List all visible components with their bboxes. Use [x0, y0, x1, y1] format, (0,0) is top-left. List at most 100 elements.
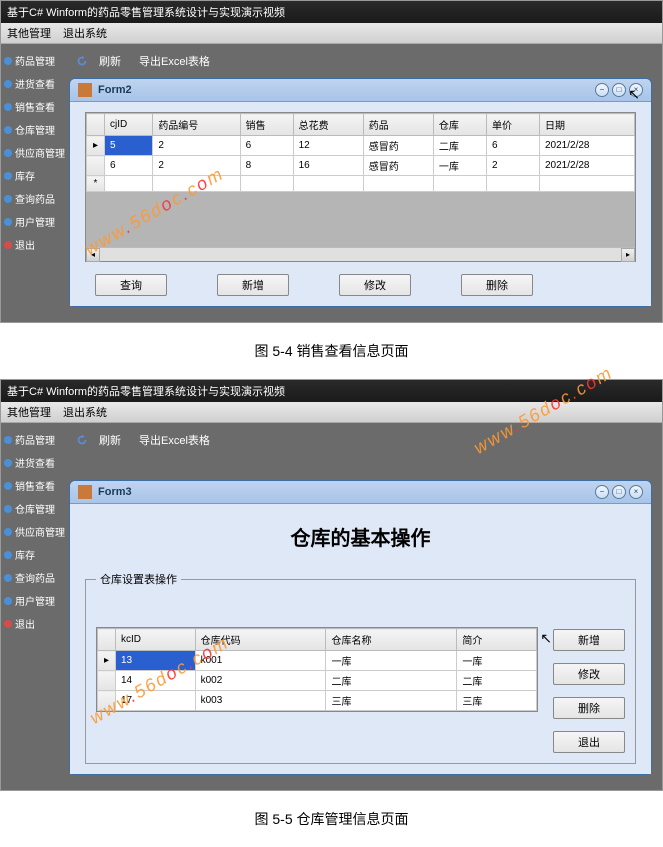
table-row[interactable]: 17 k003 三库 三库 [98, 691, 537, 711]
cell[interactable]: 6 [105, 156, 153, 176]
add-button[interactable]: 新增 [553, 629, 625, 651]
warehouse-datagrid[interactable]: kcID 仓库代码 仓库名称 简介 ▸ 13 k00 [97, 628, 537, 711]
bullet-icon [4, 459, 12, 467]
table-row[interactable]: 6 2 8 16 感冒药 一库 2 2021/2/28 [87, 156, 635, 176]
cell[interactable]: 16 [293, 156, 363, 176]
sidebar-item-drug[interactable]: 药品管理 [1, 49, 59, 72]
col-wh[interactable]: 仓库 [433, 114, 486, 136]
cell[interactable]: 17 [116, 691, 196, 711]
col-code[interactable]: 仓库代码 [195, 629, 326, 651]
sidebar-item-user[interactable]: 用户管理 [1, 589, 59, 612]
table-row[interactable]: 14 k002 二库 二库 [98, 671, 537, 691]
cell[interactable]: 三库 [457, 691, 537, 711]
scroll-right-icon[interactable]: ▸ [621, 248, 635, 262]
cell[interactable]: 三库 [326, 691, 457, 711]
sidebar-item-purchase[interactable]: 进货查看 [1, 72, 59, 95]
sidebar-item-exit[interactable]: 退出 [1, 612, 59, 635]
table-row[interactable]: ▸ 5 2 6 12 感冒药 二库 6 2021/2/28 [87, 136, 635, 156]
cell[interactable]: 二库 [433, 136, 486, 156]
menu-exit[interactable]: 退出系统 [63, 404, 107, 420]
cell[interactable]: 感冒药 [363, 156, 433, 176]
maximize-button[interactable]: □ [612, 83, 626, 97]
cell[interactable]: 13 [116, 651, 196, 671]
cell[interactable]: 6 [240, 136, 293, 156]
close-button[interactable]: × [629, 485, 643, 499]
table-row[interactable]: ▸ 13 k001 一库 一库 [98, 651, 537, 671]
delete-button[interactable]: 删除 [461, 274, 533, 296]
edit-button[interactable]: 修改 [339, 274, 411, 296]
cell[interactable]: 8 [240, 156, 293, 176]
col-price[interactable]: 单价 [486, 114, 539, 136]
cell[interactable]: 14 [116, 671, 196, 691]
cell[interactable]: 二库 [457, 671, 537, 691]
sidebar-item-stock[interactable]: 库存 [1, 164, 59, 187]
cell[interactable]: k001 [195, 651, 326, 671]
cell[interactable]: k003 [195, 691, 326, 711]
col-drug[interactable]: 药品 [363, 114, 433, 136]
cell[interactable]: 5 [105, 136, 153, 156]
page-title: 仓库的基本操作 [85, 514, 636, 565]
cell[interactable]: 2 [486, 156, 539, 176]
new-row[interactable]: * [87, 176, 635, 192]
refresh-icon[interactable] [75, 433, 89, 447]
cell[interactable]: 一库 [433, 156, 486, 176]
cell[interactable]: 一库 [326, 651, 457, 671]
toolbar-refresh[interactable]: 刷新 [99, 53, 121, 69]
sidebar-item-query-drug[interactable]: 查询药品 [1, 566, 59, 589]
row-header [87, 156, 105, 176]
cell[interactable]: 感冒药 [363, 136, 433, 156]
sidebar-item-drug[interactable]: 药品管理 [1, 428, 59, 451]
h-scrollbar[interactable]: ◂ ▸ [86, 247, 635, 261]
toolbar-export[interactable]: 导出Excel表格 [139, 432, 210, 448]
toolbar-refresh[interactable]: 刷新 [99, 432, 121, 448]
scroll-left-icon[interactable]: ◂ [86, 248, 100, 262]
edit-button[interactable]: 修改 [553, 663, 625, 685]
window-controls: − □ × [595, 83, 643, 97]
cell[interactable]: 6 [486, 136, 539, 156]
cell[interactable]: k002 [195, 671, 326, 691]
sidebar-label: 用户管理 [15, 214, 55, 229]
exit-button[interactable]: 退出 [553, 731, 625, 753]
cell[interactable]: 2 [153, 156, 240, 176]
menu-other[interactable]: 其他管理 [7, 404, 51, 420]
refresh-icon[interactable] [75, 54, 89, 68]
sidebar-item-warehouse[interactable]: 仓库管理 [1, 118, 59, 141]
menu-exit[interactable]: 退出系统 [63, 25, 107, 41]
query-button[interactable]: 查询 [95, 274, 167, 296]
sales-datagrid[interactable]: cjID 药品编号 销售 总花费 药品 仓库 单价 日期 ▸ [86, 113, 635, 192]
cell[interactable]: 一库 [457, 651, 537, 671]
sidebar-item-sales[interactable]: 销售查看 [1, 474, 59, 497]
toolbar-export[interactable]: 导出Excel表格 [139, 53, 210, 69]
col-cjid[interactable]: cjID [105, 114, 153, 136]
minimize-button[interactable]: − [595, 83, 609, 97]
col-desc[interactable]: 简介 [457, 629, 537, 651]
col-date[interactable]: 日期 [539, 114, 634, 136]
col-kcid[interactable]: kcID [116, 629, 196, 651]
sidebar-item-supplier[interactable]: 供应商管理 [1, 520, 59, 543]
sidebar-item-purchase[interactable]: 进货查看 [1, 451, 59, 474]
sidebar-item-sales[interactable]: 销售查看 [1, 95, 59, 118]
add-button[interactable]: 新增 [217, 274, 289, 296]
cell[interactable]: 2 [153, 136, 240, 156]
sidebar-item-exit[interactable]: 退出 [1, 233, 59, 256]
col-total[interactable]: 总花费 [293, 114, 363, 136]
cell[interactable]: 2021/2/28 [539, 136, 634, 156]
sidebar-item-query-drug[interactable]: 查询药品 [1, 187, 59, 210]
col-sales[interactable]: 销售 [240, 114, 293, 136]
bullet-icon [4, 149, 12, 157]
minimize-button[interactable]: − [595, 485, 609, 499]
sidebar-item-stock[interactable]: 库存 [1, 543, 59, 566]
col-drugno[interactable]: 药品编号 [153, 114, 240, 136]
sidebar-item-warehouse[interactable]: 仓库管理 [1, 497, 59, 520]
menu-other[interactable]: 其他管理 [7, 25, 51, 41]
sidebar-item-user[interactable]: 用户管理 [1, 210, 59, 233]
cell[interactable]: 12 [293, 136, 363, 156]
row-header: ▸ [87, 136, 105, 156]
sidebar-item-supplier[interactable]: 供应商管理 [1, 141, 59, 164]
maximize-button[interactable]: □ [612, 485, 626, 499]
cell[interactable]: 二库 [326, 671, 457, 691]
close-button[interactable]: × [629, 83, 643, 97]
cell[interactable]: 2021/2/28 [539, 156, 634, 176]
delete-button[interactable]: 删除 [553, 697, 625, 719]
col-name[interactable]: 仓库名称 [326, 629, 457, 651]
